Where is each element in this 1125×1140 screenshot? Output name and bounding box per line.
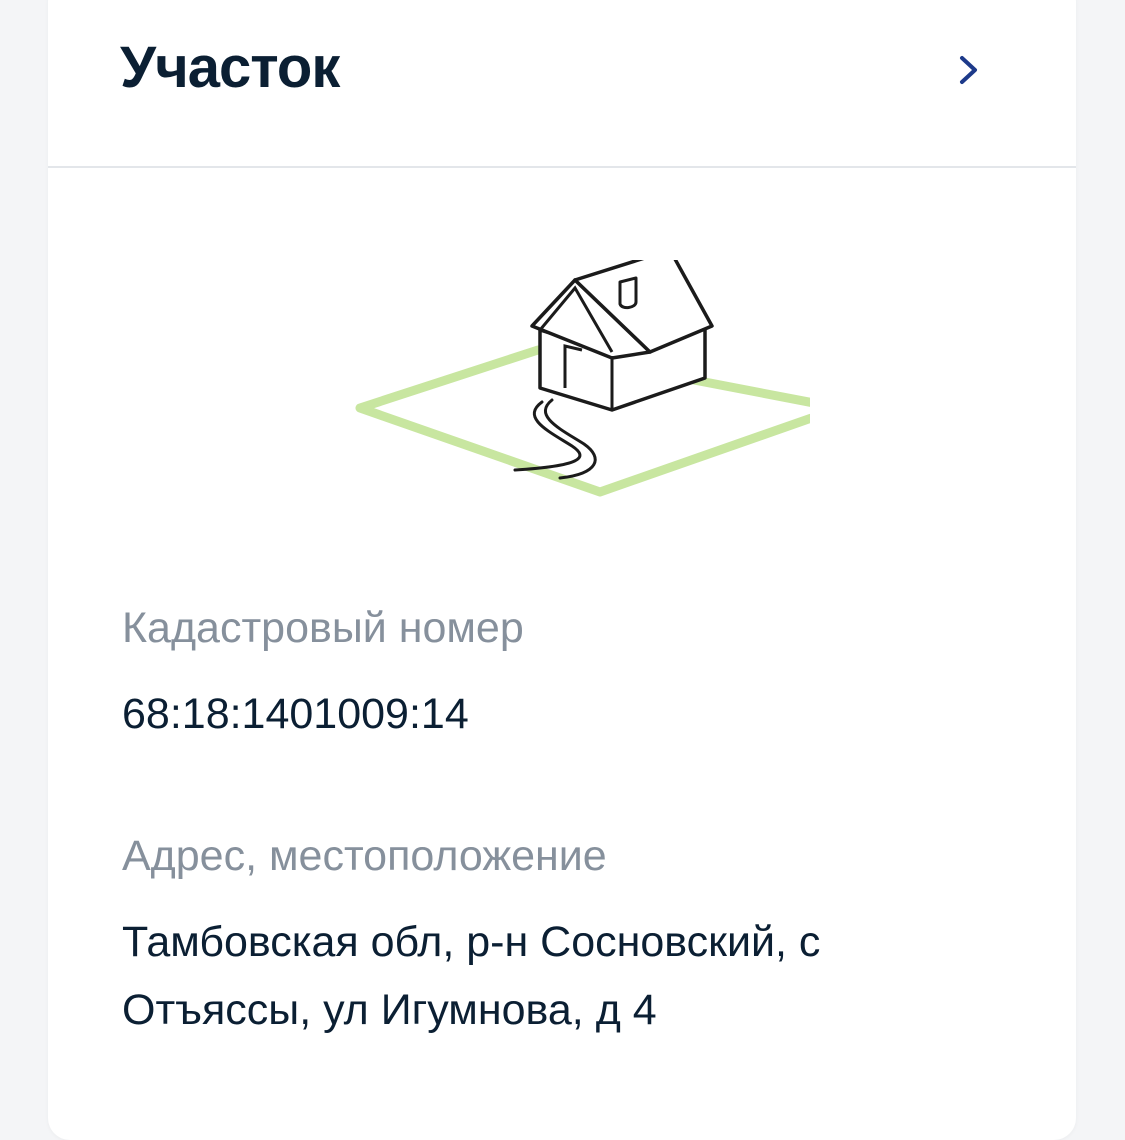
address-label: Адрес, местоположение [122, 832, 607, 880]
cadastral-number-label: Кадастровый номер [122, 604, 524, 652]
chevron-right-icon[interactable] [950, 50, 986, 90]
card-header[interactable]: Участок [48, 0, 1076, 168]
address-line-2: Отъяссы, ул Игумнова, д 4 [122, 986, 657, 1034]
plot-card: Участок Кадастровый номер 68:18:1401009:… [48, 0, 1076, 1140]
cadastral-number-value: 68:18:1401009:14 [122, 690, 469, 738]
card-title: Участок [120, 35, 340, 100]
house-on-plot-icon [355, 260, 810, 497]
address-value: Тамбовская обл, р-н Сосновский, с Отъясс… [122, 908, 982, 1044]
address-line-1: Тамбовская обл, р-н Сосновский, с [122, 918, 821, 966]
